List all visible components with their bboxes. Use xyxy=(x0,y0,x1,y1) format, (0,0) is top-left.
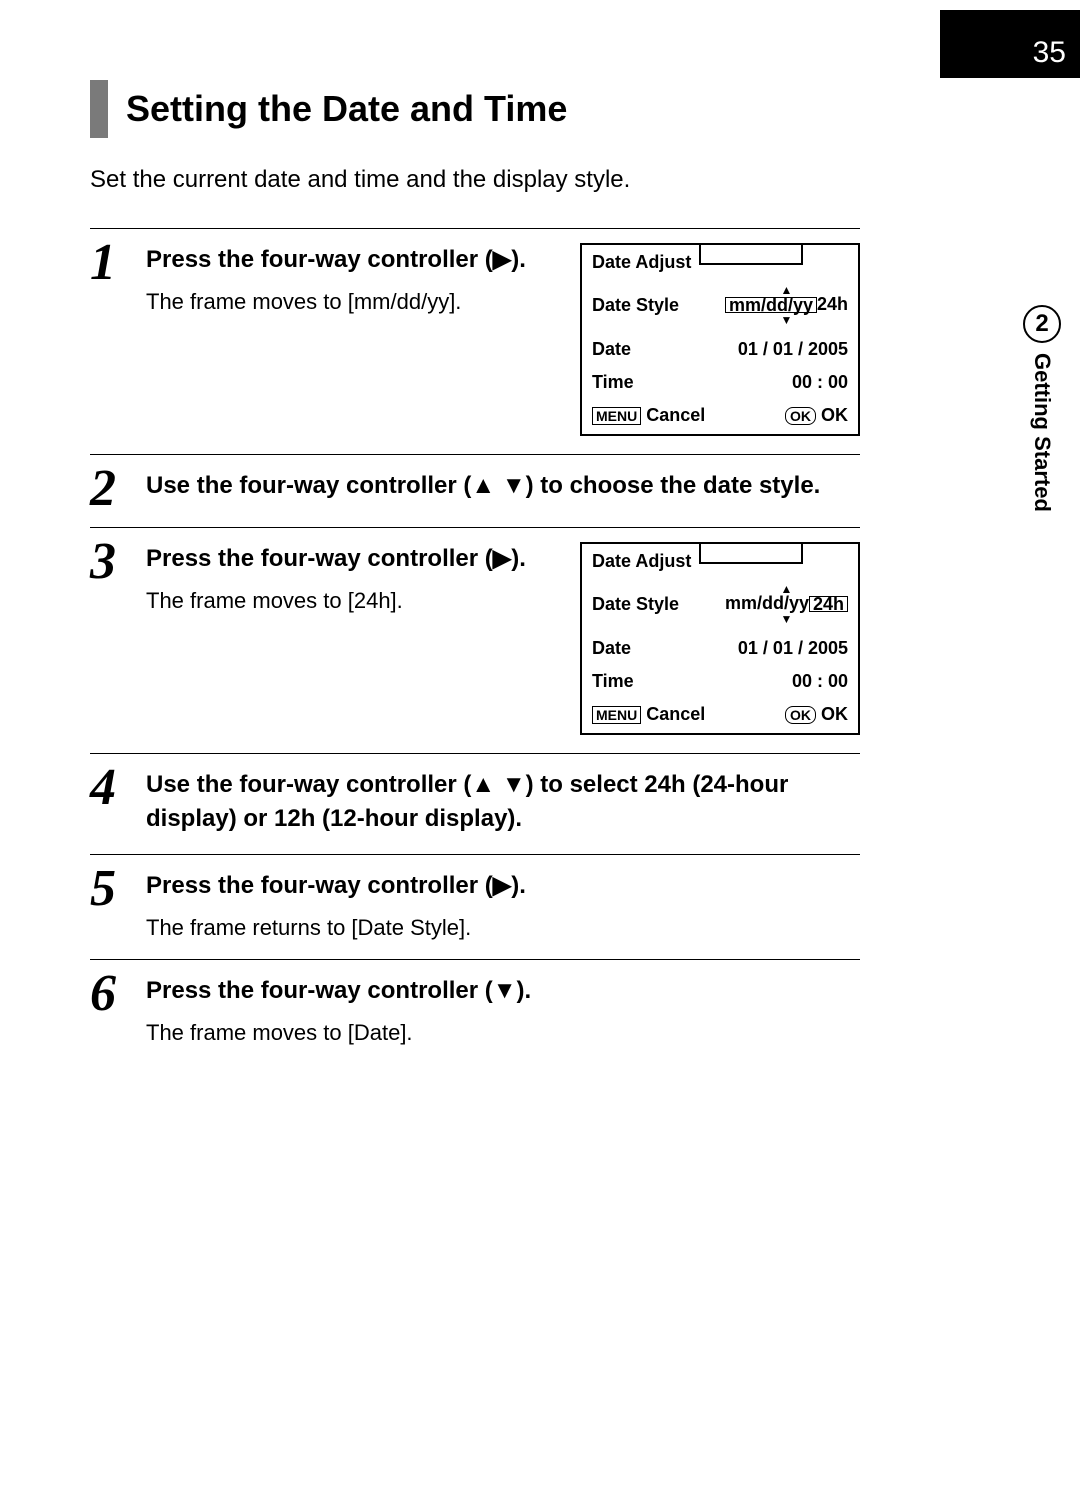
page-number: 35 xyxy=(1033,36,1066,70)
step-heading: Press the four-way controller (▶). xyxy=(146,542,556,576)
step-number: 6 xyxy=(90,974,146,1046)
value-date: 01 / 01 / 2005 xyxy=(738,339,848,360)
step-number: 3 xyxy=(90,542,146,735)
right-triangle-icon: ▶ xyxy=(493,243,511,277)
step-heading: Use the four-way controller (▲ ▼) to cho… xyxy=(146,469,860,503)
step-number: 1 xyxy=(90,243,146,436)
label-date: Date xyxy=(592,638,631,659)
section-number-circle: 2 xyxy=(1023,305,1061,343)
step-heading: Press the four-way controller (▶). xyxy=(146,243,556,277)
label-time: Time xyxy=(592,671,634,692)
lcd-screen-2: Date Adjust Date Style ▲ mm/dd/yy24h ▼ D… xyxy=(580,542,860,735)
down-triangle-icon: ▼ xyxy=(493,974,517,1008)
section-tab: 2 Getting Started xyxy=(1012,305,1072,512)
section-label: Getting Started xyxy=(1029,353,1055,512)
cancel-label: Cancel xyxy=(646,704,705,724)
step-6: 6 Press the four-way controller (▼). The… xyxy=(90,959,860,1046)
intro-text: Set the current date and time and the di… xyxy=(90,166,860,194)
tab-notch-icon xyxy=(699,542,803,564)
step-desc: The frame moves to [24h]. xyxy=(146,588,556,614)
step-heading: Press the four-way controller (▼). xyxy=(146,974,860,1008)
down-caret-icon: ▼ xyxy=(781,612,793,626)
step-desc: The frame moves to [mm/dd/yy]. xyxy=(146,289,556,315)
down-triangle-icon: ▼ xyxy=(502,469,526,503)
step-3: 3 Press the four-way controller (▶). The… xyxy=(90,527,860,735)
ok-icon: OK xyxy=(785,706,816,724)
step-number: 5 xyxy=(90,869,146,941)
date-style-value: mm/dd/yy xyxy=(725,297,817,313)
lcd-screen-1: Date Adjust Date Style ▲ mm/dd/yy24h ▼ D… xyxy=(580,243,860,436)
step-heading: Press the four-way controller (▶). xyxy=(146,869,860,903)
value-date: 01 / 01 / 2005 xyxy=(738,638,848,659)
value-time: 00 : 00 xyxy=(792,372,848,393)
step-number: 2 xyxy=(90,469,146,509)
step-desc: The frame moves to [Date]. xyxy=(146,1020,860,1046)
cancel-label: Cancel xyxy=(646,405,705,425)
label-time: Time xyxy=(592,372,634,393)
right-triangle-icon: ▶ xyxy=(493,869,511,903)
screen-title: Date Adjust xyxy=(592,252,691,273)
down-caret-icon: ▼ xyxy=(781,313,793,327)
screen-title: Date Adjust xyxy=(592,551,691,572)
menu-icon: MENU xyxy=(592,407,641,425)
ok-label: OK xyxy=(821,405,848,425)
time-format-value: 24h xyxy=(809,596,848,612)
step-1: 1 Press the four-way controller (▶). The… xyxy=(90,228,860,436)
page-title: Setting the Date and Time xyxy=(126,80,567,138)
page-number-box: 35 xyxy=(940,10,1080,78)
step-heading: Use the four-way controller (▲ ▼) to sel… xyxy=(146,768,860,836)
content-area: Setting the Date and Time Set the curren… xyxy=(90,80,860,1064)
step-5: 5 Press the four-way controller (▶). The… xyxy=(90,854,860,941)
right-triangle-icon: ▶ xyxy=(493,542,511,576)
label-date-style: Date Style xyxy=(592,594,679,615)
step-desc: The frame returns to [Date Style]. xyxy=(146,915,860,941)
ok-label: OK xyxy=(821,704,848,724)
up-triangle-icon: ▲ xyxy=(471,768,495,802)
step-2: 2 Use the four-way controller (▲ ▼) to c… xyxy=(90,454,860,509)
step-number: 4 xyxy=(90,768,146,836)
up-triangle-icon: ▲ xyxy=(471,469,495,503)
value-time: 00 : 00 xyxy=(792,671,848,692)
step-4: 4 Use the four-way controller (▲ ▼) to s… xyxy=(90,753,860,836)
title-row: Setting the Date and Time xyxy=(90,80,860,138)
label-date-style: Date Style xyxy=(592,295,679,316)
ok-icon: OK xyxy=(785,407,816,425)
tab-notch-icon xyxy=(699,243,803,265)
label-date: Date xyxy=(592,339,631,360)
down-triangle-icon: ▼ xyxy=(502,768,526,802)
menu-icon: MENU xyxy=(592,706,641,724)
title-bar-icon xyxy=(90,80,108,138)
manual-page: 35 2 Getting Started Setting the Date an… xyxy=(0,0,1080,1504)
